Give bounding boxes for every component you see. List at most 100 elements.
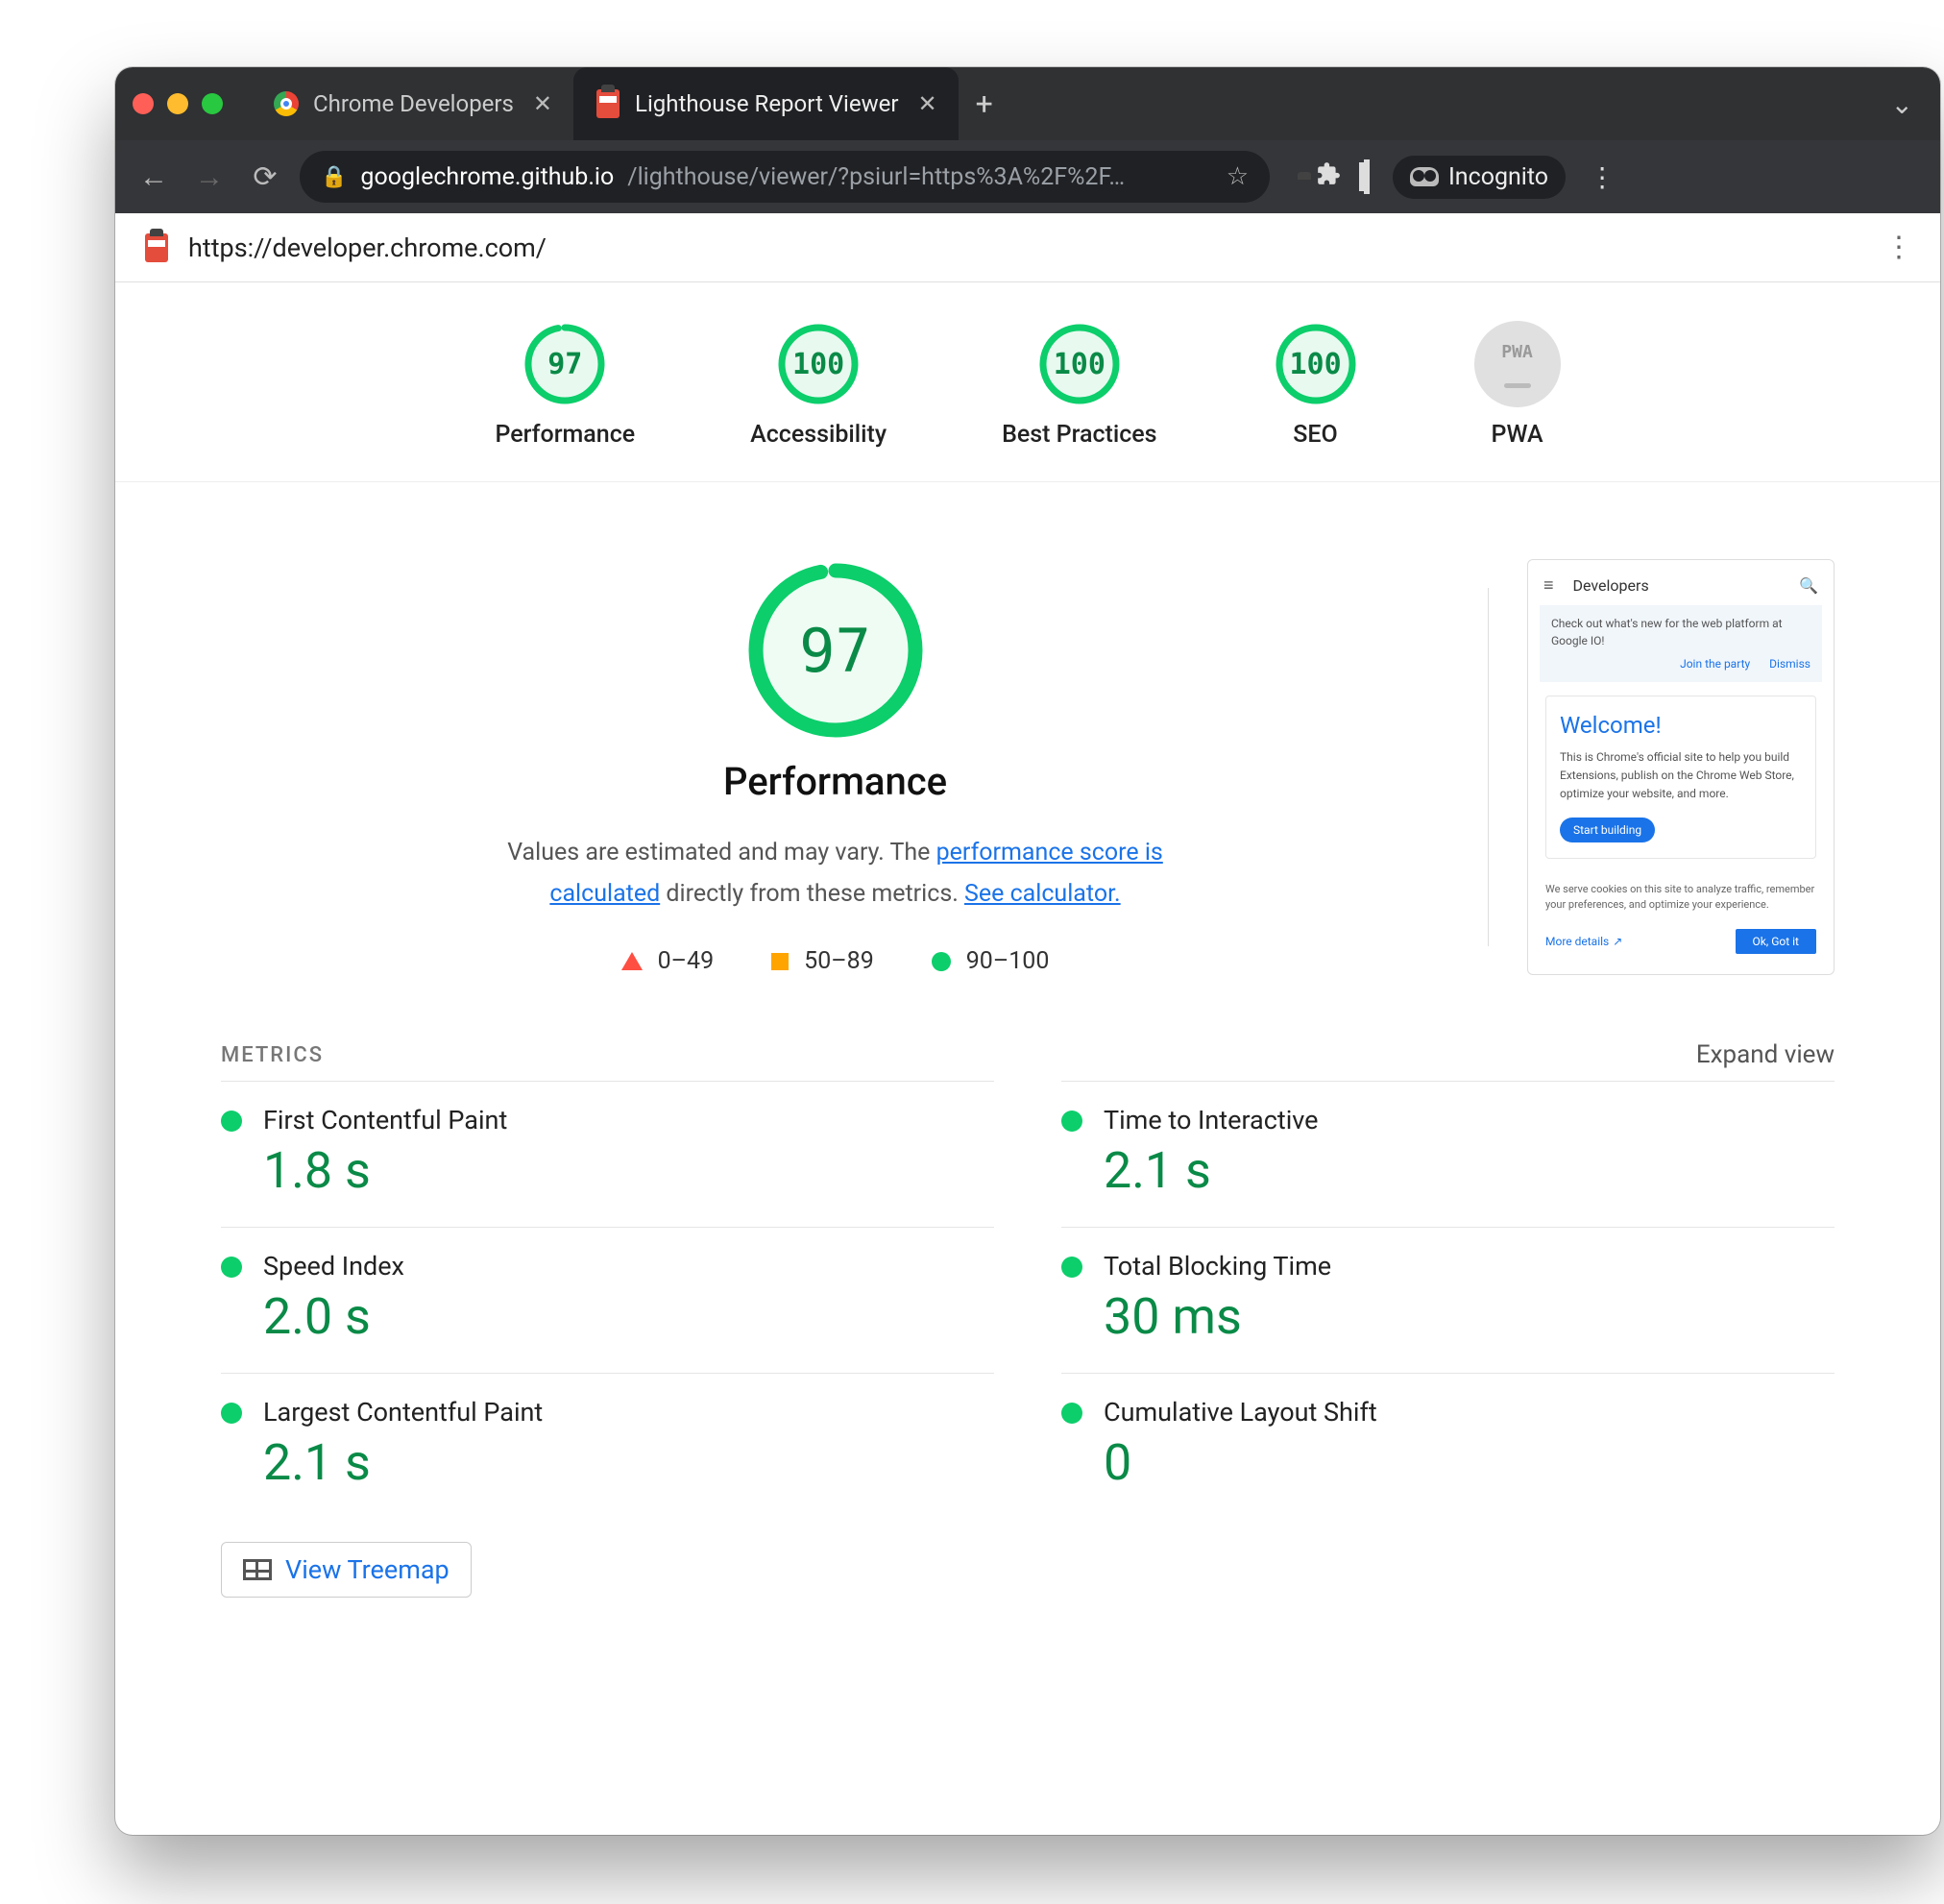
reload-button[interactable]: ⟳ — [244, 156, 286, 198]
status-dot-icon — [221, 1257, 242, 1278]
preview-banner-link: Join the party — [1680, 655, 1750, 672]
pwa-badge: PWA — [1474, 321, 1561, 407]
tab-strip: Chrome Developers ✕ Lighthouse Report Vi… — [252, 67, 1882, 140]
incognito-badge[interactable]: Incognito — [1393, 156, 1566, 199]
gauge-performance[interactable]: 97 Performance — [495, 321, 635, 449]
gauge-label: Best Practices — [1002, 421, 1156, 449]
lighthouse-icon — [142, 232, 171, 264]
performance-title: Performance — [723, 759, 947, 804]
metric-value: 30 ms — [1104, 1287, 1331, 1346]
new-tab-button[interactable]: + — [959, 67, 1010, 140]
preview-brand: Developers — [1573, 576, 1649, 595]
preview-welcome-body: This is Chrome's official site to help y… — [1560, 748, 1802, 804]
performance-section: 97 Performance Values are estimated and … — [115, 482, 1940, 1004]
gauge-label: Accessibility — [750, 421, 887, 449]
window-controls — [133, 93, 223, 114]
page-screenshot-preview: ≡ Developers 🔍 Check out what's new for … — [1527, 559, 1835, 975]
close-tab-icon[interactable]: ✕ — [917, 90, 936, 117]
performance-summary: 97 Performance Values are estimated and … — [221, 559, 1449, 975]
score-legend: 0–49 50–89 90–100 — [621, 947, 1050, 975]
metrics-grid: First Contentful Paint 1.8 s Time to Inter… — [221, 1081, 1835, 1519]
incognito-icon — [1410, 167, 1439, 186]
report-toolbar: https://developer.chrome.com/ ⋮ — [115, 213, 1940, 282]
preview-cookie-text: We serve cookies on this site to analyze… — [1540, 872, 1822, 923]
gauge-best-practices[interactable]: 100 Best Practices — [1002, 321, 1156, 449]
bookmark-icon[interactable]: ☆ — [1227, 162, 1249, 191]
close-window-button[interactable] — [133, 93, 154, 114]
lighthouse-icon — [595, 90, 621, 117]
gauge-score: 100 — [1036, 321, 1123, 407]
metrics-section: METRICS Expand view First Contentful Pai… — [115, 1004, 1940, 1636]
metric-total-blocking-time: Total Blocking Time30 ms — [1061, 1227, 1835, 1373]
gauge-score: 97 — [522, 321, 608, 407]
expand-view-toggle[interactable]: Expand view — [1696, 1040, 1835, 1069]
tab-chrome-developers[interactable]: Chrome Developers ✕ — [252, 67, 573, 140]
tab-lighthouse-report[interactable]: Lighthouse Report Viewer ✕ — [573, 67, 959, 140]
address-bar: ← → ⟳ 🔒 googlechrome.github.io/lighthous… — [115, 140, 1940, 213]
gauge-accessibility[interactable]: 100 Accessibility — [750, 321, 887, 449]
metric-largest-contentful-paint: Largest Contentful Paint2.1 s — [221, 1373, 994, 1519]
search-icon: 🔍 — [1799, 576, 1818, 595]
performance-score: 97 — [744, 559, 927, 742]
preview-cta-button: Start building — [1560, 818, 1655, 842]
metrics-heading: METRICS — [221, 1043, 324, 1067]
back-button[interactable]: ← — [133, 156, 175, 198]
url-host: googlechrome.github.io — [360, 163, 614, 191]
chrome-icon — [273, 90, 300, 117]
performance-description: Values are estimated and may vary. The p… — [499, 833, 1172, 915]
metric-name: Cumulative Layout Shift — [1104, 1397, 1377, 1428]
tab-overflow-button[interactable]: ⌄ — [1882, 88, 1923, 120]
gauge-score: 100 — [1273, 321, 1359, 407]
tab-label: Lighthouse Report Viewer — [635, 90, 898, 117]
status-dot-icon — [221, 1111, 242, 1132]
extensions-icon[interactable] — [1316, 161, 1341, 193]
see-calculator-link[interactable]: See calculator. — [964, 880, 1121, 908]
lock-icon: 🔒 — [321, 165, 347, 189]
omnibox[interactable]: 🔒 googlechrome.github.io/lighthouse/view… — [300, 151, 1270, 203]
incognito-label: Incognito — [1448, 163, 1548, 191]
gauge-label: SEO — [1293, 421, 1337, 449]
preview-welcome-title: Welcome! — [1560, 712, 1802, 739]
metric-name: First Contentful Paint — [263, 1105, 507, 1135]
metric-value: 2.1 s — [1104, 1141, 1319, 1200]
metric-value: 1.8 s — [263, 1141, 507, 1200]
report-url: https://developer.chrome.com/ — [188, 232, 547, 263]
metric-speed-index: Speed Index2.0 s — [221, 1227, 994, 1373]
forward-button[interactable]: → — [188, 156, 231, 198]
preview-welcome-card: Welcome! This is Chrome's official site … — [1545, 696, 1816, 859]
close-tab-icon[interactable]: ✕ — [533, 90, 552, 117]
status-dot-icon — [221, 1403, 242, 1424]
status-dot-icon — [1061, 1257, 1082, 1278]
browser-menu-button[interactable]: ⋮ — [1579, 161, 1625, 193]
report-menu-button[interactable]: ⋮ — [1884, 231, 1913, 264]
preview-banner: Check out what's new for the web platfor… — [1540, 605, 1822, 682]
category-gauges: 97 Performance 100 Accessibility 100 Best Pra… — [115, 282, 1940, 482]
divider — [1488, 588, 1489, 946]
side-panel-icon[interactable] — [1364, 162, 1370, 191]
metric-name: Time to Interactive — [1104, 1105, 1319, 1135]
browser-window: Chrome Developers ✕ Lighthouse Report Vi… — [115, 67, 1940, 1835]
metric-cumulative-layout-shift: Cumulative Layout Shift0 — [1061, 1373, 1835, 1519]
performance-gauge: 97 — [744, 559, 927, 742]
legend-good: 90–100 — [932, 947, 1050, 975]
gauge-seo[interactable]: 100 SEO — [1273, 321, 1359, 449]
treemap-icon — [243, 1559, 272, 1580]
preview-ok-button: Ok, Got it — [1736, 929, 1816, 954]
status-dot-icon — [1061, 1403, 1082, 1424]
gauge-pwa[interactable]: PWAPWA — [1474, 321, 1561, 449]
metric-first-contentful-paint: First Contentful Paint 1.8 s — [221, 1081, 994, 1227]
triangle-icon — [621, 952, 643, 970]
circle-icon — [932, 952, 951, 971]
view-treemap-button[interactable]: View Treemap — [221, 1542, 472, 1598]
preview-banner-dismiss: Dismiss — [1769, 655, 1810, 672]
gauge-label: Performance — [495, 421, 635, 449]
metric-name: Largest Contentful Paint — [263, 1397, 543, 1428]
minimize-window-button[interactable] — [167, 93, 188, 114]
gauge-score: 100 — [775, 321, 862, 407]
extensions-area: Incognito — [1293, 156, 1566, 199]
url-path: /lighthouse/viewer/?psiurl=https%3A%2F%2… — [627, 163, 1125, 191]
maximize-window-button[interactable] — [202, 93, 223, 114]
view-treemap-label: View Treemap — [285, 1554, 450, 1585]
metric-time-to-interactive: Time to Interactive 2.1 s — [1061, 1081, 1835, 1227]
titlebar: Chrome Developers ✕ Lighthouse Report Vi… — [115, 67, 1940, 140]
